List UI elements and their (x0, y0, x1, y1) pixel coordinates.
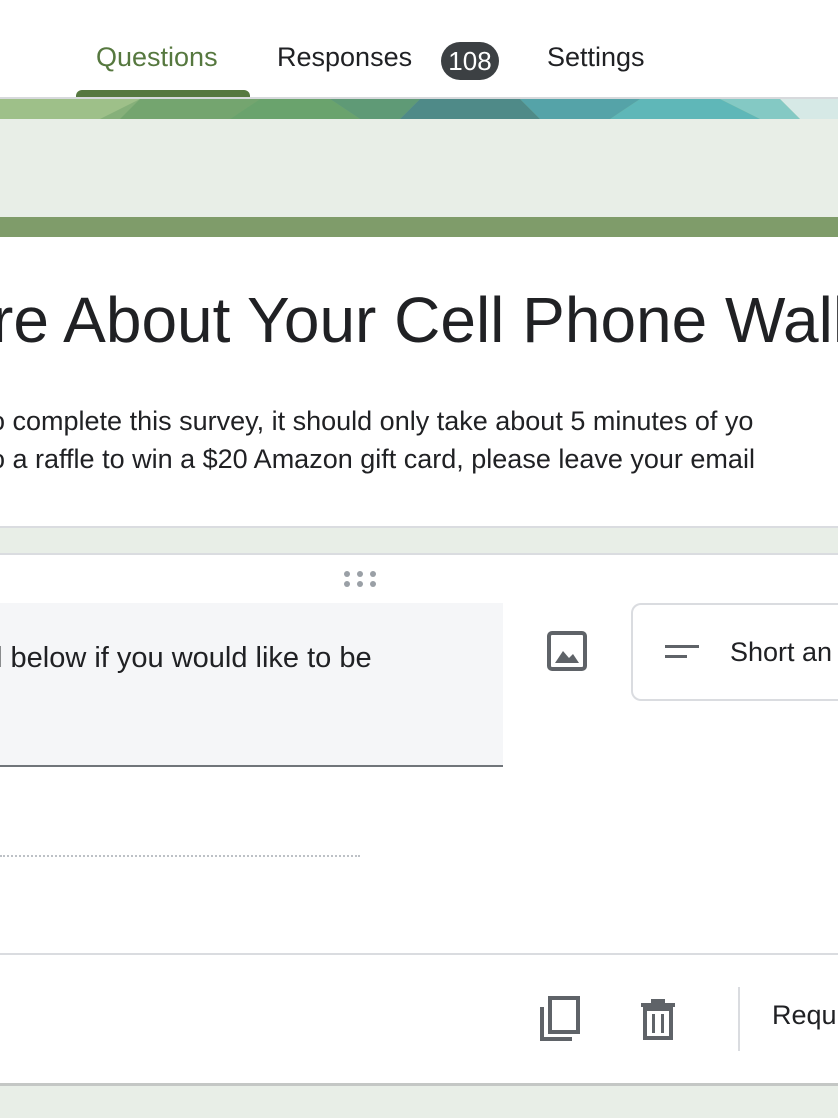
required-toggle-label[interactable]: Requ (772, 1000, 837, 1031)
short-answer-placeholder-line (0, 855, 360, 857)
question-title-input[interactable] (0, 603, 503, 767)
tab-bar: Questions Responses 108 Settings (0, 0, 838, 98)
question-card-border-top (0, 553, 838, 555)
footer-separator (738, 987, 740, 1051)
form-description[interactable]: o complete this survey, it should only t… (0, 402, 755, 478)
form-title[interactable]: re About Your Cell Phone Wall (0, 282, 838, 358)
responses-count-badge: 108 (441, 42, 499, 80)
tab-settings[interactable]: Settings (547, 42, 645, 73)
image-icon[interactable] (546, 630, 588, 672)
short-answer-icon (665, 643, 699, 661)
question-title-text: l below if you would like to be (0, 642, 372, 674)
page-background-bottom (0, 1086, 838, 1118)
delete-icon[interactable] (640, 998, 676, 1040)
copy-icon[interactable] (538, 995, 582, 1043)
question-type-select[interactable]: Short an (631, 603, 838, 701)
form-title-card-accent (0, 217, 838, 237)
header-background (0, 119, 838, 217)
header-banner-image (0, 99, 838, 119)
form-description-line-1: o complete this survey, it should only t… (0, 406, 754, 436)
tab-questions[interactable]: Questions (96, 42, 218, 73)
tab-responses[interactable]: Responses (277, 42, 412, 73)
form-description-line-2: o a raffle to win a $20 Amazon gift card… (0, 444, 755, 474)
drag-handle-icon[interactable] (342, 570, 378, 590)
question-type-label: Short an (730, 637, 833, 667)
question-footer-divider (0, 953, 838, 955)
card-gap (0, 528, 838, 554)
